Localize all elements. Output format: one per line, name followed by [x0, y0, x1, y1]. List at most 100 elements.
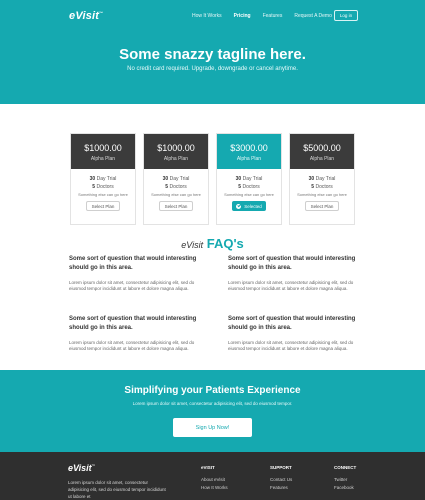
plan-doctor-count: 5 [165, 184, 169, 190]
select-plan-button[interactable]: Select Plan [159, 201, 193, 211]
footer-link-features[interactable]: Features [270, 484, 292, 492]
plan-doctors: 5 Doctors [217, 183, 281, 191]
page-tagline: Some snazzy tagline here. [119, 46, 306, 63]
plan-doctors-label: Doctors [169, 184, 187, 190]
faq-item: Some sort of question that would interes… [228, 315, 356, 352]
plan-doctors-label: Doctors [242, 184, 260, 190]
login-button[interactable]: Log in [334, 10, 358, 21]
faq-question: Some sort of question that would interes… [228, 256, 356, 271]
plan-card: $1000.00 Alpha Plan 30 Day Trial 5 Docto… [143, 133, 209, 225]
cta-text: Lorem ipsum dolor sit amet, consectetur … [132, 401, 293, 406]
plan-body: 30 Day Trial 5 Doctors Something else ca… [290, 169, 354, 211]
logo-trademark: ™ [99, 10, 104, 16]
plan-body: 30 Day Trial 5 Doctors Something else ca… [217, 169, 281, 211]
plan-trial-label: Day Trial [242, 176, 263, 182]
footer-column-title: CONNECT [334, 465, 357, 470]
page-subtagline: No credit card required. Upgrade, downgr… [127, 66, 298, 72]
footer-column-title: SUPPORT [270, 465, 292, 470]
plan-doctor-count: 5 [238, 184, 242, 190]
footer-logo-text: eVisit [68, 463, 92, 473]
plan-price: $1000.00 [84, 143, 122, 153]
faq-brand: eVisit [181, 240, 204, 250]
plan-body: 30 Day Trial 5 Doctors Something else ca… [144, 169, 208, 211]
plan-trial-label: Day Trial [315, 176, 336, 182]
footer-link-about[interactable]: About eVisit [201, 476, 228, 484]
faq-title: FAQ's [206, 236, 244, 251]
select-plan-button[interactable]: Select Plan [305, 201, 339, 211]
hero-section: eVisit™ How It Works Pricing Features Re… [0, 0, 425, 104]
plan-trial: 30 Day Trial [290, 175, 354, 183]
plan-note: Something else can go here [78, 192, 128, 197]
logo-text: eVisit [69, 10, 100, 22]
pricing-plans: $1000.00 Alpha Plan 30 Day Trial 5 Docto… [70, 133, 355, 225]
plan-trial-label: Day Trial [96, 176, 117, 182]
plan-header: $5000.00 Alpha Plan [290, 134, 354, 169]
plan-doctors: 5 Doctors [144, 183, 208, 191]
plan-name: Alpha Plan [236, 156, 262, 162]
cta-section: Simplifying your Patients Experience Lor… [0, 370, 425, 452]
plan-doctors-label: Doctors [96, 184, 114, 190]
nav-how-it-works[interactable]: How It Works [192, 13, 222, 19]
plan-doctors-label: Doctors [315, 184, 333, 190]
faq-answer: Lorem ipsum dolor sit amet, consectetur … [228, 280, 354, 291]
sign-up-button[interactable]: Sign Up Now! [173, 418, 252, 437]
faq-answer: Lorem ipsum dolor sit amet, consectetur … [228, 340, 354, 351]
plan-header: $1000.00 Alpha Plan [144, 134, 208, 169]
faq-question: Some sort of question that would interes… [69, 256, 197, 271]
plan-trial-days: 30 [308, 176, 315, 182]
faq-answer: Lorem ipsum dolor sit amet, consectetur … [69, 280, 195, 291]
plan-doctor-count: 5 [311, 184, 315, 190]
footer-link-facebook[interactable]: Facebook [334, 484, 356, 492]
selected-plan-button[interactable]: Selected [232, 201, 266, 211]
cta-title: Simplifying your Patients Experience [124, 385, 301, 396]
plan-price: $1000.00 [157, 143, 195, 153]
plan-card-selected: $3000.00 Alpha Plan 30 Day Trial 5 Docto… [216, 133, 282, 225]
plan-price: $5000.00 [303, 143, 341, 153]
faq-item: Some sort of question that would interes… [69, 315, 197, 352]
plan-note: Something else can go here [224, 192, 274, 197]
footer-link-contact[interactable]: Contact Us [270, 476, 292, 484]
plan-trial-days: 30 [89, 176, 96, 182]
footer-column-support: SUPPORT Contact Us Features [270, 465, 292, 492]
plan-note: Something else can go here [151, 192, 201, 197]
plan-name: Alpha Plan [309, 156, 335, 162]
plan-doctor-count: 5 [92, 184, 96, 190]
top-nav: How It Works Pricing Features Request A … [192, 13, 344, 19]
plan-header: $1000.00 Alpha Plan [71, 134, 135, 169]
plan-trial-days: 30 [162, 176, 169, 182]
faq-question: Some sort of question that would interes… [69, 316, 197, 331]
plan-trial-days: 30 [235, 176, 242, 182]
footer-link-how-it-works[interactable]: How It Works [201, 484, 228, 492]
footer-column-evisit: eVISIT About eVisit How It Works [201, 465, 228, 492]
nav-request-demo[interactable]: Request A Demo [294, 13, 332, 19]
select-plan-button[interactable]: Select Plan [86, 201, 120, 211]
plan-price: $3000.00 [230, 143, 268, 153]
nav-pricing[interactable]: Pricing [234, 13, 251, 19]
faq-item: Some sort of question that would interes… [228, 255, 356, 292]
footer: eVisit™ Lorem ipsum dolor sit amet, cons… [0, 452, 425, 500]
faq-heading: eVisit FAQ's [0, 236, 425, 251]
plan-trial: 30 Day Trial [144, 175, 208, 183]
logo[interactable]: eVisit™ [69, 10, 103, 22]
footer-column-title: eVISIT [201, 465, 215, 470]
plan-doctors: 5 Doctors [71, 183, 135, 191]
plan-card: $5000.00 Alpha Plan 30 Day Trial 5 Docto… [289, 133, 355, 225]
footer-logo-trademark: ™ [91, 464, 96, 468]
plan-trial: 30 Day Trial [217, 175, 281, 183]
faq-item: Some sort of question that would interes… [69, 255, 197, 292]
selected-label: Selected [244, 203, 262, 209]
check-icon [236, 203, 242, 209]
faq-question: Some sort of question that would interes… [228, 316, 356, 331]
plan-name: Alpha Plan [163, 156, 189, 162]
plan-doctors: 5 Doctors [290, 183, 354, 191]
plan-header: $3000.00 Alpha Plan [217, 134, 281, 169]
footer-column-connect: CONNECT Twitter Facebook [334, 465, 356, 492]
footer-about: Lorem ipsum dolor sit amet, consectetur … [68, 480, 166, 499]
nav-features[interactable]: Features [263, 13, 283, 19]
plan-card: $1000.00 Alpha Plan 30 Day Trial 5 Docto… [70, 133, 136, 225]
plan-body: 30 Day Trial 5 Doctors Something else ca… [71, 169, 135, 211]
footer-logo[interactable]: eVisit™ [68, 463, 95, 473]
plan-trial-label: Day Trial [169, 176, 190, 182]
plan-trial: 30 Day Trial [71, 175, 135, 183]
footer-link-twitter[interactable]: Twitter [334, 476, 356, 484]
